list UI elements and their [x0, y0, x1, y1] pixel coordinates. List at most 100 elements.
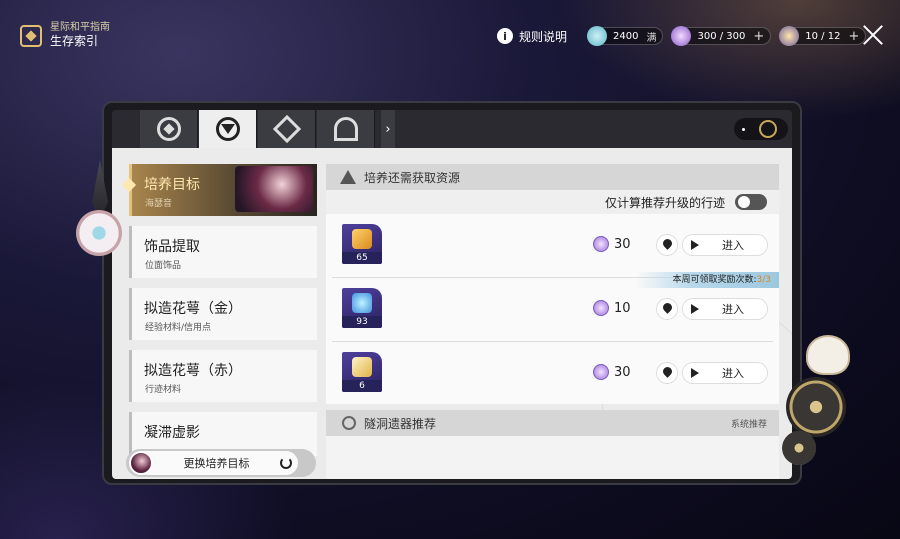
material-thumbnail[interactable]: 6	[342, 352, 382, 392]
power-cost: 30	[593, 364, 631, 380]
switch-target-button[interactable]: 更换培养目标	[129, 451, 298, 475]
enter-label: 进入	[722, 303, 744, 316]
tab-2[interactable]	[199, 110, 257, 148]
fuel-resource[interactable]: 2400 满	[587, 26, 664, 46]
sidebar-item-target[interactable]: 培养目标 海瑟音	[121, 164, 317, 216]
trailblaze-power-icon	[593, 364, 609, 380]
locate-button[interactable]	[656, 234, 678, 256]
map-pin-icon	[661, 365, 674, 378]
recommended-traces-toggle[interactable]	[735, 194, 767, 210]
material-thumbnail[interactable]: 93	[342, 288, 382, 328]
panel-screen: 培养目标 海瑟音 饰品提取 位面饰品 拟造花萼（金） 经验材料/信用点 拟造花萼…	[112, 148, 792, 479]
sidebar-item-subtitle: 行迹材料	[145, 385, 182, 395]
material-icon	[352, 357, 372, 377]
sidebar-item-subtitle: 海瑟音	[145, 199, 173, 209]
toggle-knob	[738, 196, 750, 208]
flower-icon	[782, 431, 816, 465]
flower-icon	[342, 416, 356, 430]
chevron-right-icon[interactable]: ›	[381, 110, 395, 148]
sidebar-item-title: 凝滞虚影	[144, 425, 200, 441]
trailblaze-power-icon	[671, 26, 692, 46]
material-icon	[352, 229, 372, 249]
shield-icon	[215, 117, 240, 141]
relic-recommendation-label: 隧洞遗器推荐	[364, 416, 437, 431]
flower-icon	[786, 377, 846, 437]
character-portrait	[235, 166, 313, 212]
avatar	[129, 451, 153, 475]
resource-list: 65 30 进入 93 10 进入 6 30 进入	[326, 214, 779, 404]
app-subtitle: 星际和平指南	[50, 22, 110, 33]
toggle-label: 仅计算推荐升级的行迹	[604, 196, 725, 210]
power-resource[interactable]: 300 / 300 +	[671, 26, 772, 46]
trailblaze-power-icon	[593, 236, 609, 252]
trailblaze-power-icon	[593, 300, 609, 316]
list-item: 6 30 进入	[326, 342, 779, 405]
material-thumbnail[interactable]: 65	[342, 224, 382, 264]
reserve-value: 10 / 12	[805, 30, 841, 42]
mascot-icon	[806, 335, 850, 375]
reserve-resource[interactable]: 10 / 12 +	[779, 26, 867, 46]
top-resource-bar: i 规则说明 2400 满 300 / 300 + 10 / 12 +	[497, 24, 876, 48]
enter-button[interactable]: 进入	[682, 362, 768, 384]
close-icon[interactable]	[862, 24, 884, 46]
power-value: 300 / 300	[697, 30, 746, 42]
resources-header: 培养还需获取资源	[326, 164, 779, 190]
tab-3[interactable]	[258, 110, 316, 148]
tab-1[interactable]	[140, 110, 198, 148]
enter-label: 进入	[722, 239, 744, 252]
add-reserve-button[interactable]: +	[848, 29, 859, 44]
sidebar-item-title: 拟造花萼（赤）	[144, 363, 242, 379]
system-recommend-label: 系统推荐	[730, 420, 767, 430]
flower-icon	[76, 210, 122, 256]
arrow-right-icon	[691, 368, 699, 378]
switch-target-label: 更换培养目标	[183, 457, 250, 470]
sidebar-item-calyx-crimson[interactable]: 拟造花萼（赤） 行迹材料	[129, 350, 317, 402]
map-pin-icon	[661, 301, 674, 314]
reserve-icon	[779, 26, 800, 46]
locate-button[interactable]	[656, 298, 678, 320]
sidebar-item-title: 培养目标	[144, 177, 200, 193]
lotus-icon	[333, 117, 358, 141]
weekly-reward-note: 本周可领取奖励次数:3/3	[635, 272, 779, 288]
emblem-badge	[734, 118, 788, 140]
triangle-emblem-icon	[340, 169, 356, 185]
cost-value: 10	[614, 300, 631, 316]
power-cost: 30	[593, 236, 631, 252]
sidebar-item-calyx-gold[interactable]: 拟造花萼（金） 经验材料/信用点	[129, 288, 317, 340]
sidebar-item-title: 拟造花萼（金）	[144, 301, 242, 317]
enter-button[interactable]: 进入	[682, 298, 768, 320]
guide-logo-icon	[20, 24, 42, 47]
cost-value: 30	[614, 236, 631, 252]
fuel-full-badge: 满	[646, 32, 657, 44]
list-item: 65 30 进入	[326, 214, 779, 277]
arrow-right-icon	[691, 304, 699, 314]
material-count: 93	[342, 316, 382, 328]
sidebar-item-title: 饰品提取	[144, 239, 200, 255]
tab-4[interactable]	[317, 110, 375, 148]
flower-ornament-left	[76, 160, 126, 260]
category-tabs: ›	[112, 110, 792, 148]
sidebar-item-subtitle: 经验材料/信用点	[145, 323, 212, 333]
add-power-button[interactable]: +	[753, 29, 764, 44]
emblem-icon	[759, 120, 777, 138]
weekly-reward-label: 本周可领取奖励次数:	[672, 275, 757, 285]
enter-label: 进入	[722, 367, 744, 380]
material-count: 65	[342, 252, 382, 264]
rules-button[interactable]: i 规则说明	[497, 28, 567, 45]
cost-value: 30	[614, 364, 631, 380]
switch-target-bar: 更换培养目标	[126, 449, 316, 477]
dot-icon	[742, 127, 745, 131]
toggle-row: 仅计算推荐升级的行迹	[326, 190, 779, 214]
enter-button[interactable]: 进入	[682, 234, 768, 256]
rules-label: 规则说明	[519, 29, 568, 44]
sidebar-item-subtitle: 位面饰品	[145, 261, 182, 271]
diamond-icon	[272, 114, 301, 144]
relic-recommendation-header[interactable]: 隧洞遗器推荐 系统推荐	[326, 410, 779, 436]
locate-button[interactable]	[656, 362, 678, 384]
arrow-right-icon	[691, 240, 699, 250]
sidebar-item-ornament[interactable]: 饰品提取 位面饰品	[129, 226, 317, 278]
info-icon: i	[497, 28, 513, 44]
material-count: 6	[342, 380, 382, 392]
flower-ornament-right	[782, 335, 862, 465]
fuel-icon	[587, 26, 608, 46]
